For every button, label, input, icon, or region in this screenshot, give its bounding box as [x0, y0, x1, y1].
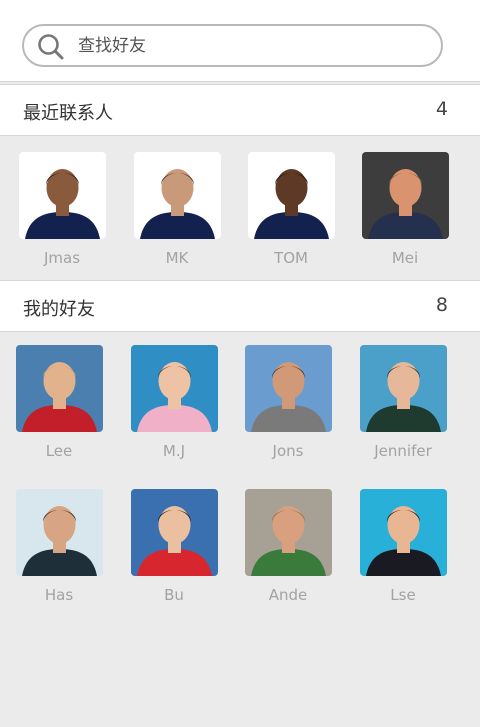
friend-item[interactable]: Lee [9, 345, 109, 460]
avatar[interactable] [130, 345, 218, 432]
avatar[interactable] [130, 489, 218, 576]
avatar[interactable] [359, 489, 447, 576]
friend-item[interactable]: M.J [124, 345, 224, 460]
contact-name: M.J [162, 442, 186, 460]
contact-name: Lee [45, 442, 73, 460]
portrait-image [130, 489, 218, 576]
my-friends-count: 8 [435, 294, 448, 316]
avatar[interactable] [247, 152, 335, 239]
avatar[interactable] [359, 345, 447, 432]
portrait-image [244, 489, 332, 576]
friend-item[interactable]: Jons [238, 345, 338, 460]
avatar[interactable] [133, 152, 221, 239]
contact-name: TOM [274, 249, 308, 267]
contact-name: Bu [164, 586, 184, 604]
friend-item[interactable]: Lse [353, 489, 453, 604]
contact-name: Has [44, 586, 74, 604]
contact-name: Jennifer [374, 442, 432, 460]
avatar[interactable] [244, 345, 332, 432]
recent-contact-item[interactable]: Jmas [12, 152, 112, 267]
search-icon [38, 34, 64, 60]
avatar[interactable] [15, 345, 103, 432]
contact-name: Ande [268, 586, 308, 604]
my-friends-title: 我的好友 [23, 299, 95, 320]
portrait-image [359, 489, 447, 576]
contact-name: Lse [390, 586, 416, 604]
friend-item[interactable]: Jennifer [353, 345, 453, 460]
recent-contact-item[interactable]: MK [127, 152, 227, 267]
top-bar [0, 0, 480, 82]
portrait-image [15, 345, 103, 432]
contact-name: Jmas [43, 249, 81, 267]
contact-name: Jons [272, 442, 304, 460]
recent-contacts-header: 最近联系人 4 [0, 84, 480, 136]
search-box[interactable] [22, 24, 443, 67]
recent-contacts-count: 4 [435, 98, 448, 120]
search-input[interactable] [78, 30, 428, 61]
portrait-image [15, 489, 103, 576]
friend-item[interactable]: Has [9, 489, 109, 604]
portrait-image [359, 345, 447, 432]
portrait-image [18, 152, 106, 239]
recent-contacts-title: 最近联系人 [23, 103, 113, 124]
portrait-image [244, 345, 332, 432]
friend-item[interactable]: Bu [124, 489, 224, 604]
avatar[interactable] [361, 152, 449, 239]
avatar[interactable] [15, 489, 103, 576]
portrait-image [130, 345, 218, 432]
friend-item[interactable]: Ande [238, 489, 338, 604]
contact-name: Mei [391, 249, 419, 267]
my-friends-header: 我的好友 8 [0, 280, 480, 332]
contact-name: MK [165, 249, 189, 267]
recent-contact-item[interactable]: TOM [241, 152, 341, 267]
recent-contact-item[interactable]: Mei [355, 152, 455, 267]
portrait-image [133, 152, 221, 239]
portrait-image [361, 152, 449, 239]
portrait-image [247, 152, 335, 239]
avatar[interactable] [18, 152, 106, 239]
avatar[interactable] [244, 489, 332, 576]
